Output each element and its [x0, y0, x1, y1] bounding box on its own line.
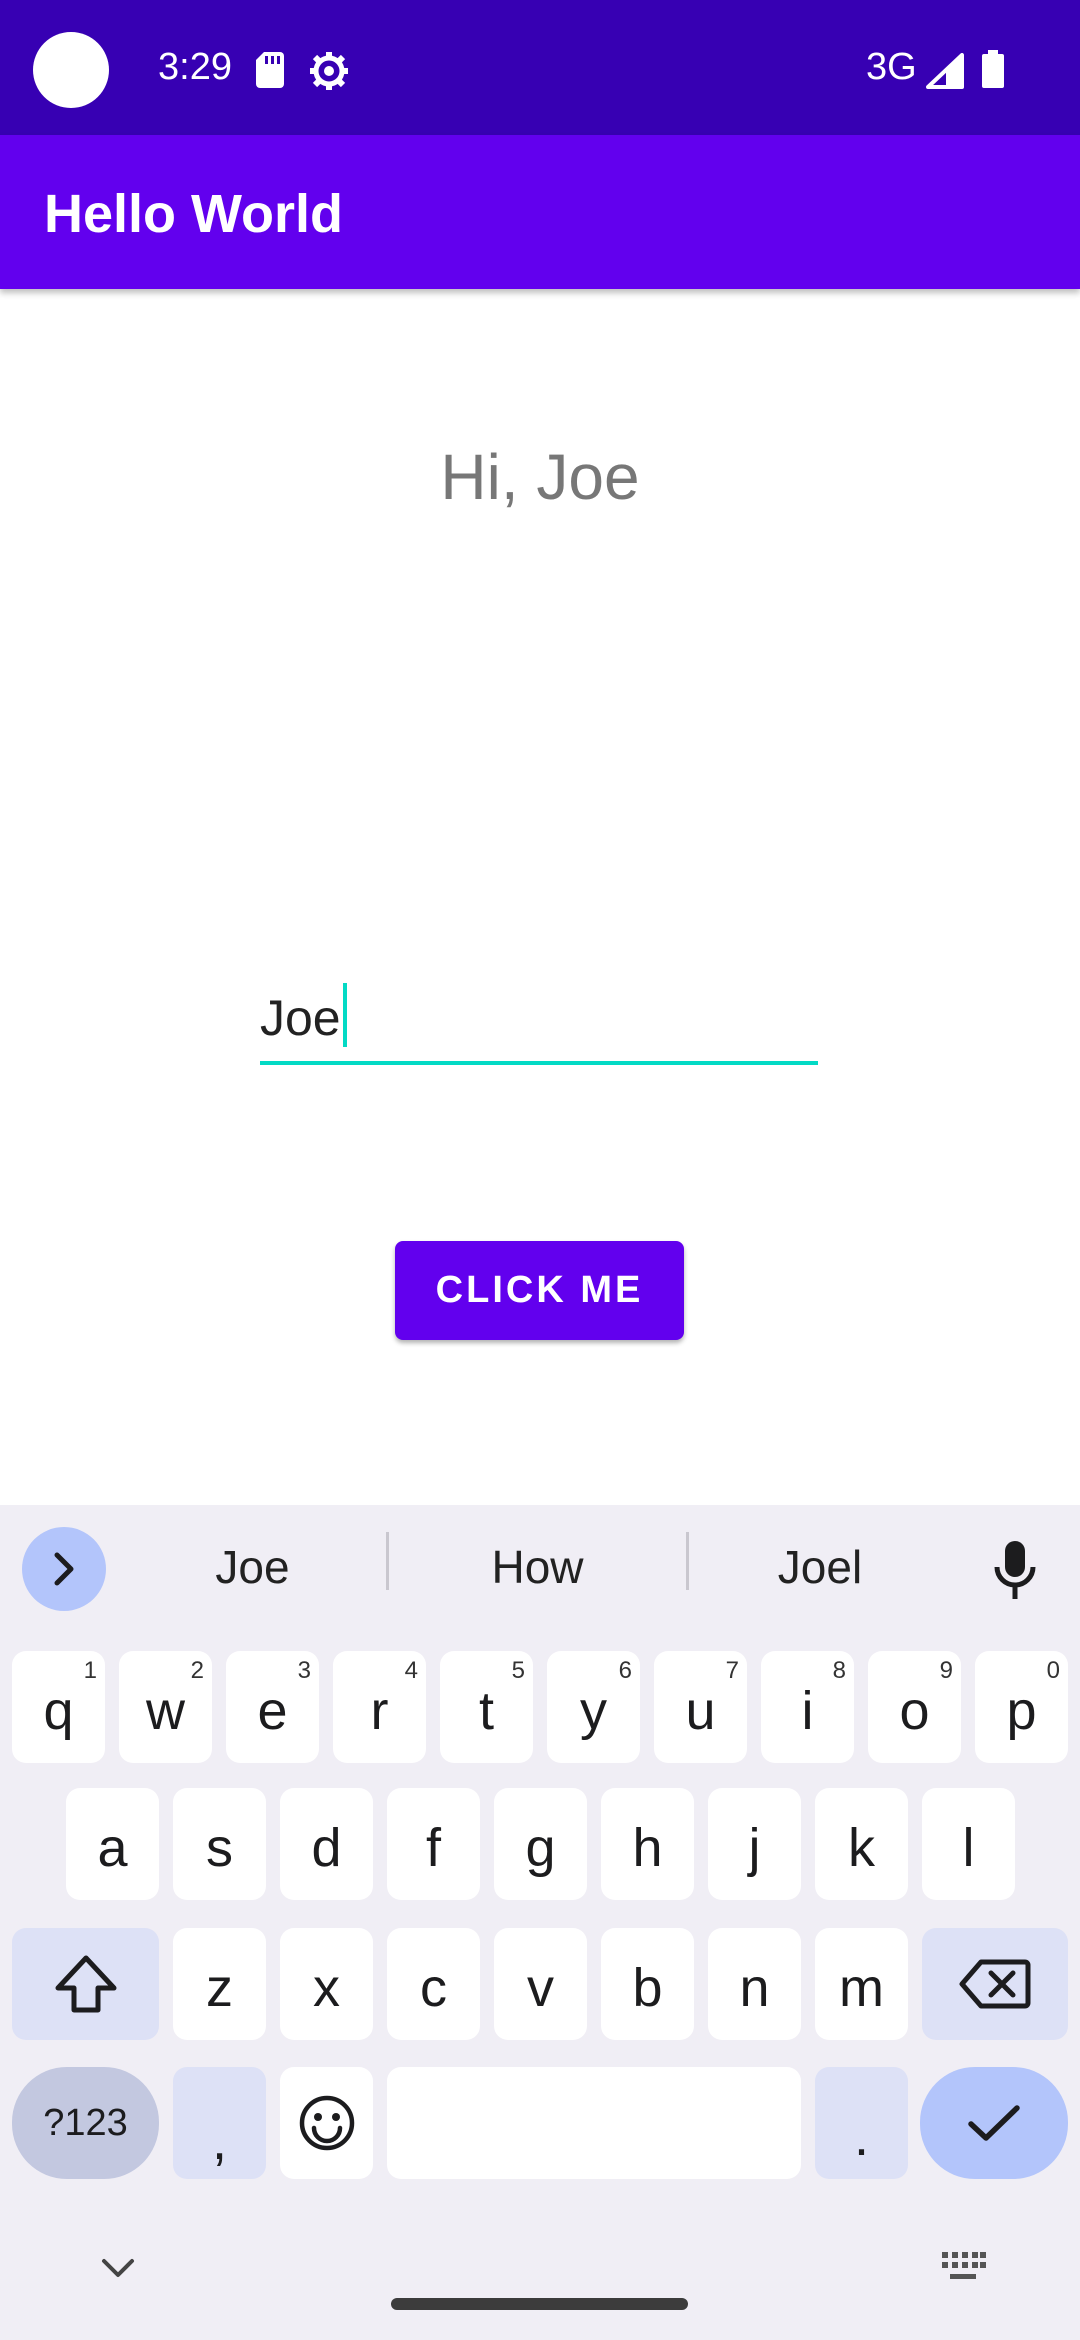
- key-y[interactable]: y6: [547, 1651, 640, 1763]
- key-e[interactable]: e3: [226, 1651, 319, 1763]
- suggestion-expand-button[interactable]: [22, 1527, 106, 1611]
- space-bar[interactable]: [387, 2067, 801, 2179]
- emoji-smiley-icon: [299, 2095, 354, 2151]
- key-x[interactable]: x: [280, 1928, 373, 2040]
- backspace-icon: [959, 1959, 1031, 2009]
- suggestion-divider: [686, 1532, 689, 1590]
- app-title: Hello World: [44, 184, 344, 244]
- keyboard-switch-icon[interactable]: [940, 2250, 986, 2284]
- text-cursor: [342, 983, 347, 1047]
- app-bar: Hello World: [0, 135, 1080, 289]
- suggestion-divider: [386, 1532, 389, 1590]
- hide-keyboard-chevron-down-icon[interactable]: [98, 2257, 138, 2281]
- key-p[interactable]: p0: [975, 1651, 1068, 1763]
- key-f[interactable]: f: [387, 1788, 480, 1900]
- key-l[interactable]: l: [922, 1788, 1015, 1900]
- suggestion-3[interactable]: Joel: [700, 1540, 940, 1594]
- key-r[interactable]: r4: [333, 1651, 426, 1763]
- key-j[interactable]: j: [708, 1788, 801, 1900]
- key-d[interactable]: d: [280, 1788, 373, 1900]
- comma-key[interactable]: ,: [173, 2067, 266, 2179]
- key-n[interactable]: n: [708, 1928, 801, 2040]
- key-c[interactable]: c: [387, 1928, 480, 2040]
- backspace-key[interactable]: [922, 1928, 1068, 2040]
- sd-card-icon: [256, 52, 284, 88]
- click-me-button[interactable]: CLICK ME: [395, 1241, 684, 1340]
- camera-cutout: [33, 32, 109, 108]
- chevron-right-icon: [54, 1552, 74, 1586]
- greeting-text: Hi, Joe: [440, 441, 640, 513]
- key-i[interactable]: i8: [761, 1651, 854, 1763]
- signal-icon: [926, 53, 964, 89]
- checkmark-icon: [968, 2105, 1020, 2141]
- name-input-value[interactable]: Joe: [260, 983, 347, 1047]
- shift-key[interactable]: [12, 1928, 159, 2040]
- done-enter-key[interactable]: [920, 2067, 1068, 2179]
- suggestion-2[interactable]: How: [400, 1540, 675, 1594]
- key-q[interactable]: q1: [12, 1651, 105, 1763]
- battery-icon: [982, 50, 1004, 88]
- key-b[interactable]: b: [601, 1928, 694, 2040]
- key-t[interactable]: t5: [440, 1651, 533, 1763]
- key-h[interactable]: h: [601, 1788, 694, 1900]
- shift-arrow-icon: [55, 1955, 116, 2013]
- home-indicator[interactable]: [391, 2298, 688, 2310]
- microphone-icon[interactable]: [992, 1541, 1038, 1599]
- status-bar: 3:29 3G: [0, 0, 1080, 135]
- key-a[interactable]: a: [66, 1788, 159, 1900]
- key-u[interactable]: u7: [654, 1651, 747, 1763]
- name-input[interactable]: Joe: [260, 975, 818, 1065]
- soft-keyboard: Joe How Joel q1 w2 e3 r4 t5 y6 u7 i8 o9 …: [0, 1505, 1080, 2340]
- network-type: 3G: [866, 46, 917, 88]
- key-g[interactable]: g: [494, 1788, 587, 1900]
- key-o[interactable]: o9: [868, 1651, 961, 1763]
- key-z[interactable]: z: [173, 1928, 266, 2040]
- key-m[interactable]: m: [815, 1928, 908, 2040]
- status-time: 3:29: [158, 46, 232, 88]
- key-v[interactable]: v: [494, 1928, 587, 2040]
- key-k[interactable]: k: [815, 1788, 908, 1900]
- suggestion-bar: Joe How Joel: [0, 1505, 1080, 1635]
- settings-gear-icon: [310, 52, 348, 90]
- emoji-key[interactable]: [280, 2067, 373, 2179]
- key-s[interactable]: s: [173, 1788, 266, 1900]
- period-key[interactable]: .: [815, 2067, 908, 2179]
- key-w[interactable]: w2: [119, 1651, 212, 1763]
- suggestion-1[interactable]: Joe: [140, 1540, 365, 1594]
- symbols-key[interactable]: ?123: [12, 2067, 159, 2179]
